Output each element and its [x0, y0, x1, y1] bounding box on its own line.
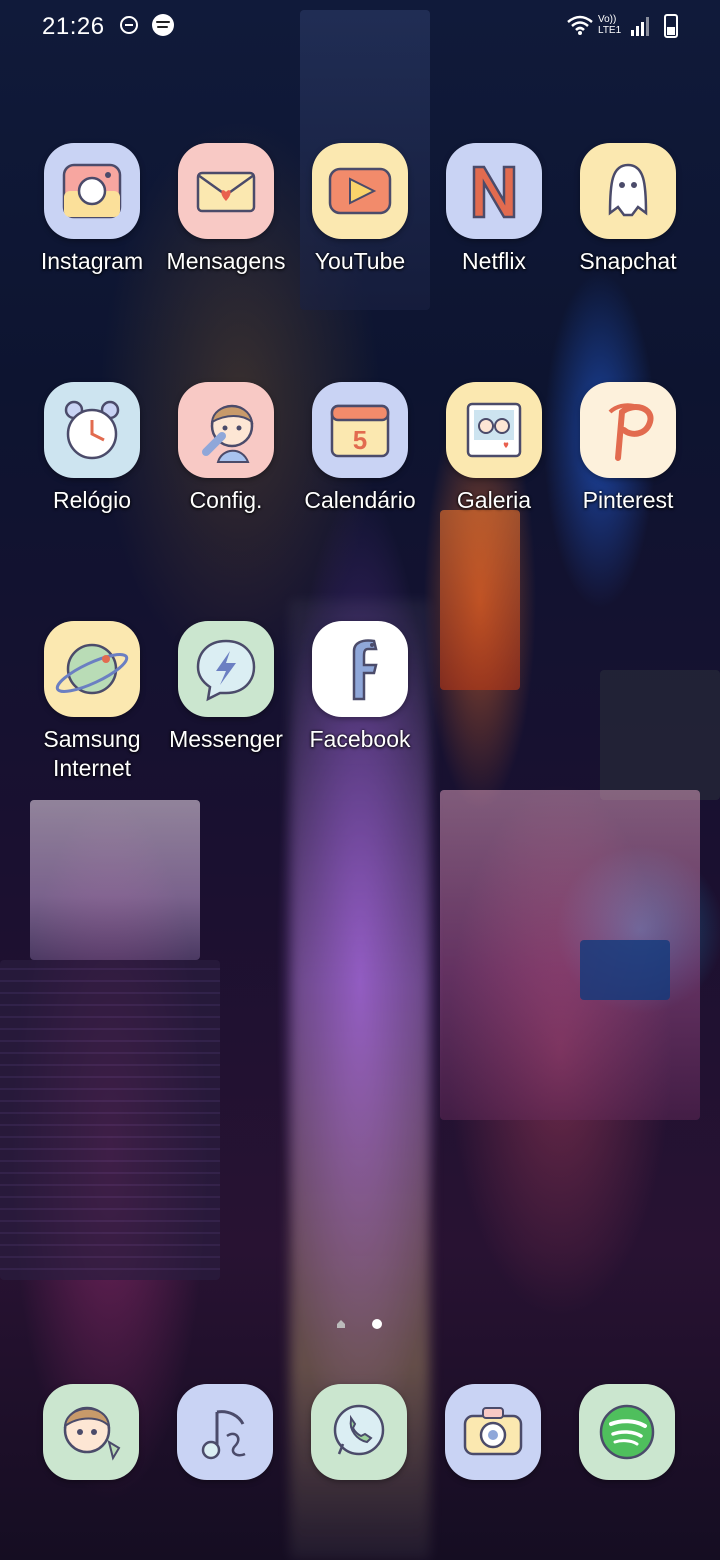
app-calendar[interactable]: 5 Calendário: [293, 382, 427, 515]
app-netflix[interactable]: Netflix: [427, 143, 561, 276]
spotify-notification-icon: [152, 14, 174, 36]
phone-contact-icon[interactable]: [43, 1384, 139, 1480]
app-label: Pinterest: [582, 487, 674, 513]
planet-icon[interactable]: [44, 621, 140, 717]
do-not-disturb-icon: [120, 16, 138, 34]
status-bar: 21:26 Vo)) LTE1: [0, 0, 720, 56]
app-pinterest[interactable]: Pinterest: [561, 382, 695, 515]
app-clock[interactable]: Relógio: [25, 382, 159, 515]
battery-level: [667, 27, 675, 35]
wifi-icon: [567, 15, 593, 35]
wallpaper-building: [580, 940, 670, 1000]
app-label: Snapchat: [579, 248, 677, 274]
volte-label: Vo)): [598, 14, 617, 25]
page-indicator[interactable]: [334, 1318, 394, 1330]
alarm-clock-icon[interactable]: [44, 382, 140, 478]
app-gallery[interactable]: Galeria: [427, 382, 561, 515]
lte-label: LTE1: [598, 25, 622, 36]
netflix-n-icon[interactable]: [446, 143, 542, 239]
app-youtube[interactable]: YouTube: [293, 143, 427, 276]
wallpaper-building: [30, 800, 200, 960]
app-instagram[interactable]: Instagram: [25, 143, 159, 276]
gallery-photo-icon[interactable]: [446, 382, 542, 478]
messages-envelope-icon[interactable]: [178, 143, 274, 239]
calendar-day: 5: [353, 425, 367, 455]
app-label: Config.: [189, 487, 263, 513]
network-type-label: Vo)) LTE1: [598, 14, 621, 36]
signal-icon: [631, 17, 649, 36]
whatsapp-icon[interactable]: [311, 1384, 407, 1480]
app-snapchat[interactable]: Snapchat: [561, 143, 695, 276]
app-messenger[interactable]: Messenger: [159, 621, 293, 754]
app-label: Samsung Internet: [43, 726, 141, 781]
app-label: YouTube: [314, 248, 406, 274]
app-label: Messenger: [169, 726, 283, 752]
status-time: 21:26: [42, 13, 105, 40]
app-label: Calendário: [304, 487, 416, 513]
music-note-icon[interactable]: [177, 1384, 273, 1480]
messenger-bolt-icon[interactable]: [178, 621, 274, 717]
app-label: Instagram: [40, 248, 144, 274]
home-page-dot-icon: [337, 1320, 345, 1328]
camera-icon[interactable]: [445, 1384, 541, 1480]
app-label: Relógio: [53, 487, 131, 513]
instagram-icon[interactable]: [44, 143, 140, 239]
pinterest-p-icon[interactable]: [580, 382, 676, 478]
wallpaper-building: [440, 510, 520, 690]
app-messages[interactable]: Mensagens: [159, 143, 293, 276]
app-samsung-internet[interactable]: Samsung Internet: [25, 621, 159, 783]
wallpaper-building: [0, 960, 220, 1280]
settings-wrench-icon[interactable]: [178, 382, 274, 478]
app-settings[interactable]: Config.: [159, 382, 293, 515]
app-label: Facebook: [309, 726, 411, 752]
app-label: Mensagens: [166, 248, 286, 274]
app-label: Netflix: [462, 248, 526, 274]
app-facebook[interactable]: Facebook: [293, 621, 427, 754]
spotify-icon[interactable]: [579, 1384, 675, 1480]
facebook-f-icon[interactable]: [312, 621, 408, 717]
battery-icon: [664, 14, 678, 38]
app-label: Galeria: [456, 487, 532, 513]
wallpaper-building: [600, 670, 720, 800]
snapchat-ghost-icon[interactable]: [580, 143, 676, 239]
calendar-icon[interactable]: 5: [312, 382, 408, 478]
youtube-play-icon[interactable]: [312, 143, 408, 239]
active-page-dot: [372, 1319, 382, 1329]
